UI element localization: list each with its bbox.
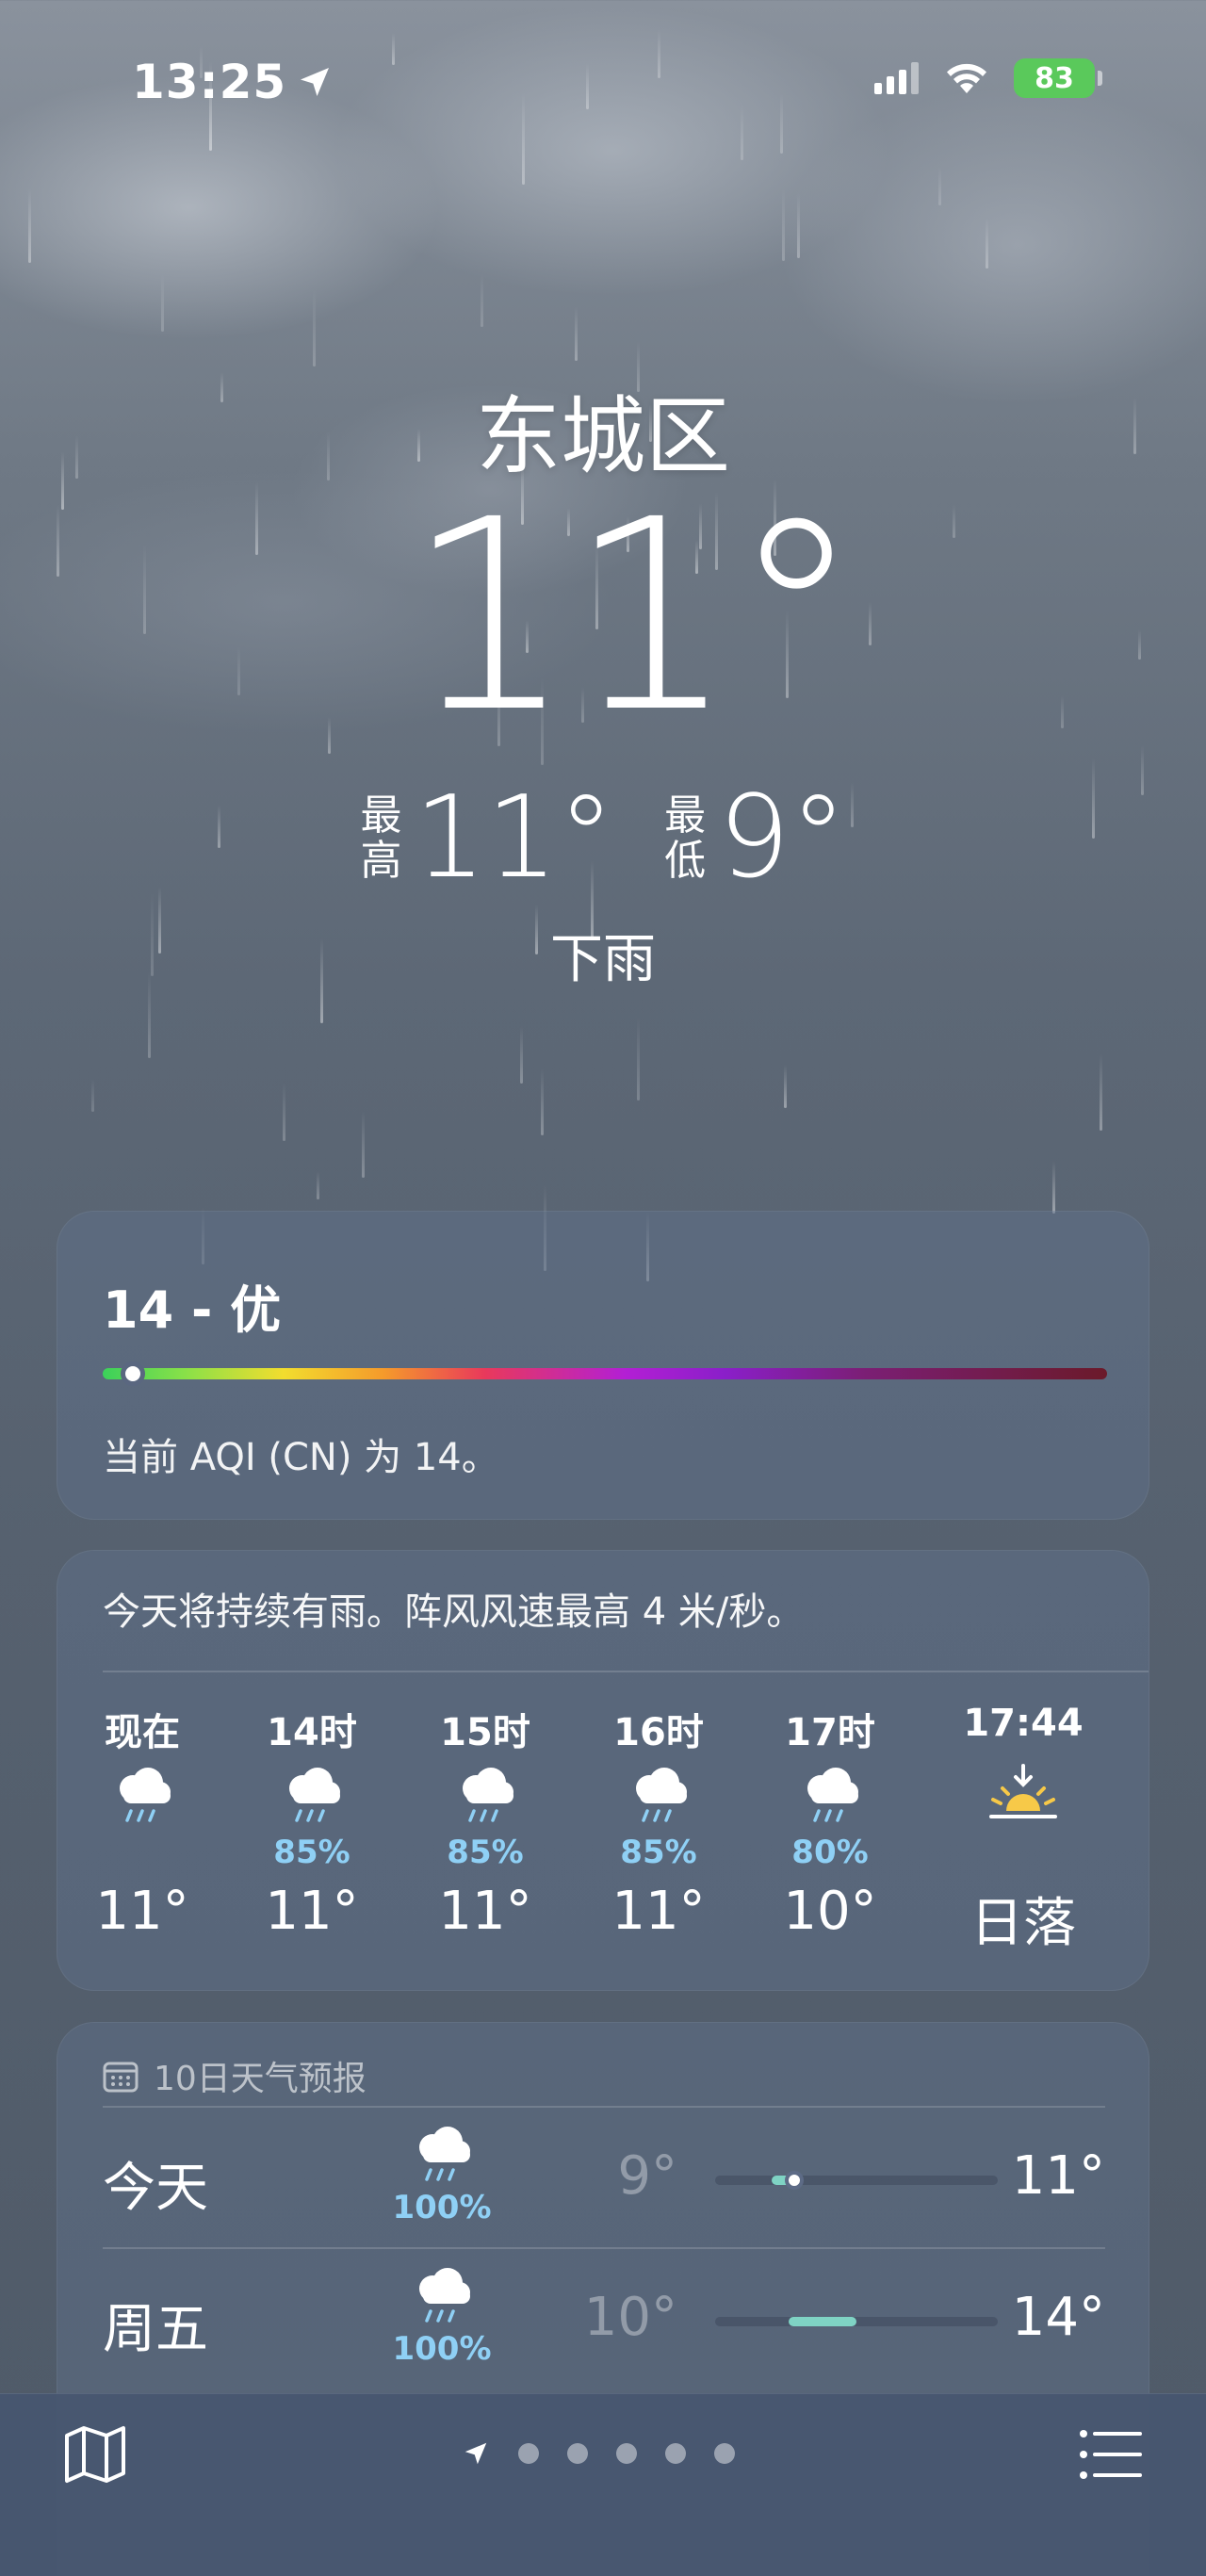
low-temp: 9° <box>718 773 847 904</box>
battery-level: 83 <box>1035 61 1074 95</box>
sunset-icon <box>989 1764 1057 1818</box>
hour-precip <box>929 1834 1117 1871</box>
status-time: 13:25 <box>132 55 287 109</box>
hour-column: 14时 85% 11° <box>227 1702 397 1942</box>
high-temp-group: 最高 11° <box>359 773 614 904</box>
hour-icon-wrap <box>574 1758 743 1834</box>
high-low: 最高 11° 最低 9° <box>0 773 1206 904</box>
hour-label: 17:44 <box>963 1702 1084 1745</box>
current-weather: 东城区 11° 最高 11° 最低 9° 下雨 <box>0 367 1206 993</box>
aqi-description: 当前 AQI (CN) 为 14。 <box>103 1436 499 1479</box>
hour-temp: 11° <box>611 1881 706 1942</box>
hour-temp: 10° <box>783 1881 877 1942</box>
hour-icon-wrap <box>227 1758 397 1834</box>
hour-precip: 80% <box>791 1834 869 1871</box>
wifi-icon <box>947 63 986 93</box>
hour-column: 现在 11° <box>57 1702 227 1942</box>
hour-column: 15时 85% 11° <box>400 1702 570 1942</box>
map-icon[interactable] <box>62 2424 128 2485</box>
rain-cloud-icon <box>289 1768 340 1822</box>
hour-icon-wrap <box>57 1758 227 1834</box>
hourly-summary: 今天将持续有雨。阵风风速最高 4 米/秒。 <box>103 1590 805 1634</box>
hour-precip: 85% <box>620 1834 697 1871</box>
current-temperature: 11° <box>405 464 862 771</box>
page-dot[interactable] <box>714 2443 735 2464</box>
day-high: 11° <box>1011 2145 1105 2207</box>
ten-day-title-label: 10日天气预报 <box>154 2060 367 2098</box>
hour-temp: 11° <box>438 1881 532 1942</box>
location-arrow-icon <box>464 2442 487 2465</box>
day-precip: 100% <box>392 2189 492 2226</box>
status-indicators: 83 <box>874 58 1102 98</box>
rain-cloud-icon <box>120 1768 171 1822</box>
rain-cloud-icon <box>807 1768 858 1822</box>
page-dot[interactable] <box>518 2443 539 2464</box>
high-label: 最高 <box>360 791 402 885</box>
hour-temp: 11° <box>265 1881 359 1942</box>
bottom-toolbar <box>0 2393 1206 2576</box>
rain-cloud-icon <box>419 2268 470 2323</box>
cellular-signal-icon <box>874 62 919 94</box>
low-temp-group: 最低 9° <box>663 773 846 904</box>
hour-label: 15时 <box>440 1711 530 1754</box>
status-time-group: 13:25 <box>132 55 334 109</box>
temp-range-bar <box>715 2317 998 2326</box>
calendar-icon <box>103 2062 139 2093</box>
day-icon-wrap: 100% <box>385 2121 498 2226</box>
aqi-value: 14 - 优 <box>103 1280 282 1340</box>
divider <box>103 1671 1149 1672</box>
hourly-forecast-card[interactable]: 今天将持续有雨。阵风风速最高 4 米/秒。 现在 11° 14时 85% 11° 15时 8… <box>57 1550 1149 1991</box>
rain-cloud-icon <box>636 1768 687 1822</box>
rain-cloud-icon <box>419 2127 470 2181</box>
condition-text: 下雨 <box>550 929 656 990</box>
day-row[interactable]: 今天 100% 9° 11° <box>103 2108 1105 2249</box>
hour-precip: 85% <box>447 1834 524 1871</box>
hour-icon-wrap <box>745 1758 915 1834</box>
day-low: 10° <box>583 2287 677 2348</box>
hour-column: 17时 80% 10° <box>745 1702 915 1942</box>
hour-icon-wrap <box>400 1758 570 1834</box>
hour-precip: 85% <box>273 1834 350 1871</box>
hour-label: 17时 <box>785 1711 875 1754</box>
hour-label: 现在 <box>105 1711 180 1754</box>
aqi-indicator <box>120 1361 145 1386</box>
ten-day-title: 10日天气预报 <box>103 2051 367 2100</box>
day-precip: 100% <box>392 2330 492 2368</box>
page-dot[interactable] <box>567 2443 588 2464</box>
day-row[interactable]: 周五 100% 10° 14° <box>103 2249 1105 2390</box>
page-dot[interactable] <box>616 2443 637 2464</box>
rain-cloud-icon <box>463 1768 513 1822</box>
hour-column: 16时 85% 11° <box>574 1702 743 1942</box>
day-name: 周五 <box>103 2299 208 2360</box>
list-icon[interactable] <box>1078 2426 1144 2483</box>
page-dot[interactable] <box>665 2443 686 2464</box>
temp-range-fill <box>789 2317 856 2326</box>
page-indicator[interactable] <box>462 2439 735 2468</box>
high-temp: 11° <box>414 773 615 904</box>
status-bar: 13:25 83 <box>0 0 1206 160</box>
aqi-card[interactable]: 14 - 优 当前 AQI (CN) 为 14。 <box>57 1211 1149 1520</box>
day-low: 9° <box>617 2145 677 2207</box>
hourly-scroller[interactable]: 现在 11° 14时 85% 11° 15时 85% 11° 16时 85% 11° 17时 80% 10… <box>57 1702 1150 1965</box>
hour-label: 16时 <box>613 1711 704 1754</box>
hour-label: 14时 <box>267 1711 357 1754</box>
hour-icon-wrap <box>929 1758 1117 1834</box>
temp-range-bar <box>715 2171 998 2190</box>
hour-column: 17:44 日落 <box>929 1702 1117 1957</box>
hour-precip <box>57 1834 227 1871</box>
day-name: 今天 <box>103 2158 208 2219</box>
current-temp-marker <box>785 2171 804 2190</box>
battery-charging-icon: 83 <box>1014 58 1102 98</box>
day-icon-wrap: 100% <box>385 2262 498 2368</box>
aqi-scale-bar <box>103 1368 1107 1379</box>
location-arrow-icon <box>301 68 330 96</box>
low-label: 最低 <box>664 791 707 885</box>
hour-temp: 日落 <box>970 1893 1076 1954</box>
day-high: 14° <box>1011 2287 1105 2348</box>
hour-temp: 11° <box>95 1881 189 1942</box>
